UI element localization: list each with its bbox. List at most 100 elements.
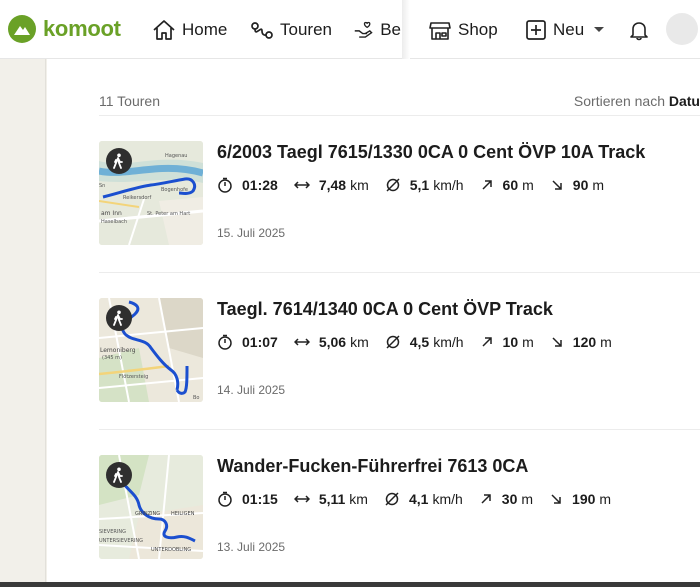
- tour-stats: 01:15 5,11 km 4,1 km/h 30 m 190 m: [217, 488, 627, 510]
- tour-date: 15. Juli 2025: [217, 226, 286, 240]
- list-header: 11 Touren Sortieren nach Datu: [99, 93, 700, 113]
- tour-map-thumbnail[interactable]: GRINZING HEILIGEN SIEVERING UNTERSIEVERI…: [99, 455, 203, 559]
- ascent-icon: [482, 337, 492, 347]
- distance-stat: 5,06 km: [293, 334, 369, 350]
- map-label: am Inn: [101, 210, 122, 217]
- speed-stat: 4,1 km/h: [384, 491, 463, 507]
- map-label: Bo: [193, 395, 200, 401]
- ascent-value: 60: [502, 177, 519, 193]
- map-label: UNTERSIEVERING: [99, 538, 143, 544]
- descent-value: 190: [572, 491, 596, 507]
- duration-stat: 01:07: [217, 334, 278, 350]
- ascent-value: 10: [502, 334, 519, 350]
- tour-list-panel: 11 Touren Sortieren nach Datu Bogenhofe …: [47, 59, 700, 582]
- duration-stat: 01:28: [217, 177, 278, 193]
- tour-map-thumbnail[interactable]: Lemoniberg (345 m) Flötzersteig Bo: [99, 298, 203, 402]
- distance-icon: [293, 495, 310, 503]
- brand-name: komoot: [43, 16, 121, 41]
- map-label: Reikersdorf: [123, 195, 151, 201]
- bell-icon: [630, 21, 648, 40]
- duration-value: 01:15: [242, 491, 278, 507]
- duration-value: 01:28: [242, 177, 278, 193]
- nav-touren[interactable]: Touren: [250, 0, 332, 59]
- descent-icon: [552, 337, 562, 347]
- komoot-logo[interactable]: komoot: [8, 0, 121, 59]
- avatar[interactable]: [666, 13, 698, 45]
- nav-separator: [402, 0, 410, 59]
- tour-card[interactable]: Lemoniberg (345 m) Flötzersteig Bo Taegl…: [99, 273, 700, 430]
- distance-unit: km: [350, 334, 369, 350]
- window-bottom-edge: [0, 582, 700, 587]
- ascent-value: 30: [501, 491, 518, 507]
- ascent-stat: 30 m: [479, 491, 533, 507]
- descent-unit: m: [599, 491, 612, 507]
- descent-icon: [552, 180, 562, 190]
- hiker-icon: [106, 305, 132, 331]
- speed-value: 4,5: [409, 334, 430, 350]
- tour-card[interactable]: GRINZING HEILIGEN SIEVERING UNTERSIEVERI…: [99, 430, 700, 582]
- descent-value: 90: [572, 177, 589, 193]
- distance-value: 5,06: [318, 334, 347, 350]
- tour-date: 14. Juli 2025: [217, 383, 286, 397]
- speed-unit: km/h: [433, 334, 464, 350]
- map-label: HEILIGEN: [171, 511, 195, 517]
- distance-value: 5,11: [318, 491, 346, 507]
- sort-label: Sortieren nach: [573, 93, 665, 109]
- nav-community[interactable]: Be: [353, 0, 401, 59]
- sort-value: Datu: [668, 93, 700, 109]
- tour-stats: 01:07 5,06 km 4,5 km/h 10 m 120 m: [217, 331, 628, 353]
- speed-unit: km/h: [433, 177, 464, 193]
- tour-card[interactable]: Bogenhofe Reikersdorf Hagenau am Inn Has…: [99, 116, 700, 273]
- plus-box-icon: [526, 19, 546, 40]
- map-label: UNTERDOBLING: [151, 547, 191, 553]
- nav-shop-label: Shop: [458, 19, 498, 39]
- chevron-down-icon: [594, 26, 605, 32]
- distance-stat: 7,48 km: [293, 177, 369, 193]
- hiker-icon: [106, 148, 132, 174]
- ascent-unit: m: [521, 491, 534, 507]
- tour-title[interactable]: Taegl. 7614/1340 0CA 0 Cent ÖVP Track: [217, 299, 553, 320]
- distance-value: 7,48: [318, 177, 347, 193]
- map-label: Haselbach: [101, 219, 127, 225]
- notifications-button[interactable]: [628, 0, 656, 59]
- ascent-stat: 10 m: [480, 334, 534, 350]
- timer-icon: [218, 491, 232, 507]
- nav-neu-label: Neu: [553, 19, 585, 39]
- left-sidebar-edge: [0, 59, 46, 587]
- distance-icon: [293, 181, 310, 189]
- nav-shop[interactable]: Shop: [428, 0, 498, 59]
- map-label: (345 m): [102, 355, 122, 361]
- speed-unit: km/h: [432, 491, 463, 507]
- descent-stat: 190 m: [549, 491, 611, 507]
- speed-icon: [386, 335, 400, 349]
- descent-unit: m: [592, 177, 605, 193]
- tour-map-thumbnail[interactable]: Bogenhofe Reikersdorf Hagenau am Inn Has…: [99, 141, 203, 245]
- ascent-unit: m: [522, 334, 534, 350]
- nav-new-button[interactable]: Neu: [525, 0, 608, 59]
- map-label: Flötzersteig: [119, 374, 148, 380]
- map-label: Hagenau: [165, 153, 187, 159]
- distance-unit: km: [350, 177, 369, 193]
- speed-stat: 5,1 km/h: [385, 177, 464, 193]
- sort-control[interactable]: Sortieren nach Datu: [574, 93, 700, 109]
- descent-unit: m: [600, 334, 612, 350]
- hiker-icon: [106, 462, 132, 488]
- shop-icon: [429, 21, 451, 40]
- duration-value: 01:07: [242, 334, 278, 350]
- tour-title[interactable]: Wander-Fucken-Führerfrei 7613 0CA: [217, 456, 528, 477]
- ascent-icon: [482, 180, 492, 190]
- distance-stat: 5,11 km: [293, 491, 368, 507]
- nav-home[interactable]: Home: [152, 0, 227, 59]
- speed-value: 5,1: [409, 177, 430, 193]
- community-icon: [354, 21, 373, 38]
- nav-touren-label: Touren: [280, 19, 332, 39]
- speed-icon: [386, 178, 400, 192]
- map-label: Bogenhofe: [161, 187, 188, 193]
- timer-icon: [218, 177, 232, 193]
- tour-stats: 01:28 7,48 km 5,1 km/h 60 m 90 m: [217, 174, 620, 196]
- nav-home-label: Home: [182, 19, 228, 39]
- komoot-mountain-icon: [8, 15, 36, 43]
- duration-stat: 01:15: [217, 491, 278, 507]
- tour-date: 13. Juli 2025: [217, 540, 286, 554]
- tour-title[interactable]: 6/2003 Taegl 7615/1330 0CA 0 Cent ÖVP 10…: [217, 142, 645, 163]
